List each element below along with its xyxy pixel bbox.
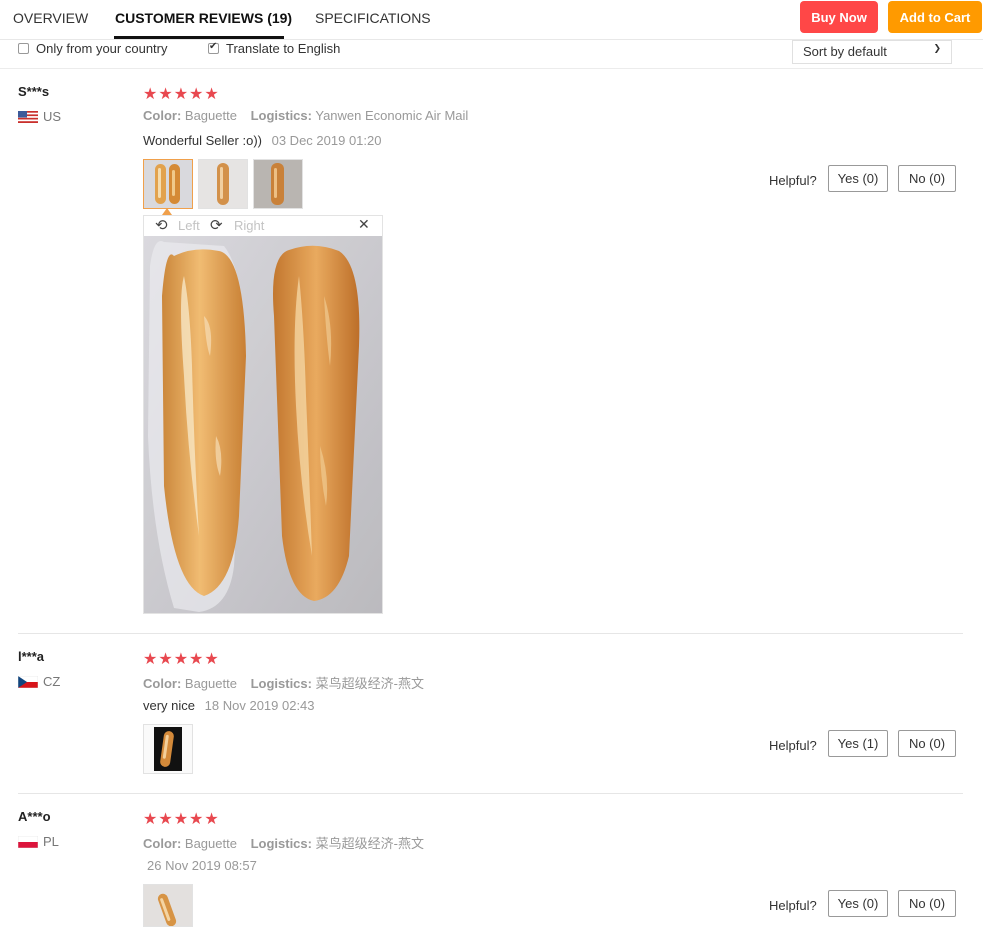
baguette-photo	[144, 885, 192, 926]
own-country-checkbox[interactable]	[18, 43, 29, 54]
baguette-photo	[254, 160, 302, 208]
buy-now-button[interactable]: Buy Now	[800, 1, 878, 33]
feedback-text: Wonderful Seller :o))	[143, 133, 262, 148]
us-flag-icon	[18, 111, 38, 123]
photo-viewer: ⟲ Left ⟳ Right ✕	[143, 215, 383, 614]
country-code: CZ	[43, 674, 61, 689]
viewer-pointer	[162, 208, 172, 215]
review-attributes: Color: Baguette Logistics: 菜鸟超级经济-燕文	[143, 673, 424, 692]
review-date: 26 Nov 2019 08:57	[147, 858, 257, 873]
color-value: Baguette	[184, 836, 237, 851]
viewer-toolbar: ⟲ Left ⟳ Right ✕	[144, 216, 382, 236]
helpful-label: Helpful?	[769, 738, 817, 753]
cz-flag-icon	[18, 676, 38, 688]
rotate-left-icon[interactable]: ⟲	[155, 216, 168, 234]
baguette-photo	[144, 160, 192, 208]
review-divider	[18, 793, 963, 794]
baguette-photo-large	[144, 236, 382, 613]
review-text: Wonderful Seller :o)) 03 Dec 2019 01:20	[143, 133, 381, 148]
country-code: PL	[43, 834, 59, 849]
sort-select[interactable]: Sort by default ❯	[792, 40, 952, 64]
logistics-value: 菜鸟超级经济-燕文	[315, 836, 424, 851]
reviewer-name: S***s	[18, 84, 50, 99]
baguette-photo	[144, 725, 192, 773]
helpful-yes-button[interactable]: Yes (1)	[828, 730, 888, 757]
review-photo-thumbnail[interactable]	[253, 159, 303, 209]
rotate-left-label[interactable]: Left	[178, 218, 200, 233]
baguette-photo	[199, 160, 247, 208]
country-code: US	[43, 109, 62, 124]
review-text: very nice 18 Nov 2019 02:43	[143, 698, 315, 713]
chevron-down-icon: ❯	[933, 44, 941, 54]
sort-value: Sort by default	[803, 44, 887, 59]
color-key: Color:	[143, 108, 182, 123]
tab-overview[interactable]: OVERVIEW	[13, 10, 88, 26]
review-date: 18 Nov 2019 02:43	[204, 698, 315, 713]
add-to-cart-button[interactable]: Add to Cart	[888, 1, 982, 33]
color-key: Color:	[143, 676, 182, 691]
review-attributes: Color: Baguette Logistics: Yanwen Econom…	[143, 108, 468, 123]
review-photo-thumbnail[interactable]	[143, 159, 193, 209]
tab-bar: OVERVIEW CUSTOMER REVIEWS (19) SPECIFICA…	[0, 0, 983, 40]
tab-specifications[interactable]: SPECIFICATIONS	[315, 10, 431, 26]
star-rating: ★★★★★	[143, 809, 220, 828]
translate-label[interactable]: Translate to English	[226, 41, 340, 56]
helpful-label: Helpful?	[769, 173, 817, 188]
logistics-key: Logistics:	[250, 836, 312, 851]
active-tab-indicator	[114, 36, 284, 39]
review-photo-thumbnail[interactable]	[143, 884, 193, 927]
helpful-label: Helpful?	[769, 898, 817, 913]
reviewer-name: l***a	[18, 649, 45, 664]
review-filters: Only from your country Translate to Engl…	[0, 40, 983, 69]
translate-checkbox[interactable]	[208, 41, 219, 54]
logistics-key: Logistics:	[250, 676, 312, 691]
helpful-yes-button[interactable]: Yes (0)	[828, 165, 888, 192]
review-photo-thumbnail[interactable]	[143, 724, 193, 774]
review-text: 26 Nov 2019 08:57	[143, 858, 257, 873]
rotate-right-icon[interactable]: ⟳	[210, 216, 223, 234]
pl-flag-icon	[18, 836, 38, 848]
review-photo-thumbnail[interactable]	[198, 159, 248, 209]
star-rating: ★★★★★	[143, 649, 220, 668]
logistics-value: Yanwen Economic Air Mail	[315, 108, 469, 123]
review-date: 03 Dec 2019 01:20	[271, 133, 382, 148]
helpful-no-button[interactable]: No (0)	[898, 890, 956, 917]
helpful-no-button[interactable]: No (0)	[898, 165, 956, 192]
logistics-key: Logistics:	[250, 108, 312, 123]
own-country-label[interactable]: Only from your country	[36, 41, 168, 56]
reviewer-name: A***o	[18, 809, 51, 824]
helpful-yes-button[interactable]: Yes (0)	[828, 890, 888, 917]
feedback-text: very nice	[143, 698, 196, 713]
color-value: Baguette	[184, 108, 237, 123]
star-rating: ★★★★★	[143, 84, 220, 103]
helpful-no-button[interactable]: No (0)	[898, 730, 956, 757]
color-key: Color:	[143, 836, 182, 851]
review-divider	[18, 633, 963, 634]
review-attributes: Color: Baguette Logistics: 菜鸟超级经济-燕文	[143, 833, 424, 852]
logistics-value: 菜鸟超级经济-燕文	[315, 676, 424, 691]
color-value: Baguette	[184, 676, 237, 691]
rotate-right-label[interactable]: Right	[234, 218, 264, 233]
tab-customer-reviews[interactable]: CUSTOMER REVIEWS (19)	[115, 10, 292, 26]
close-icon[interactable]: ✕	[358, 217, 370, 233]
